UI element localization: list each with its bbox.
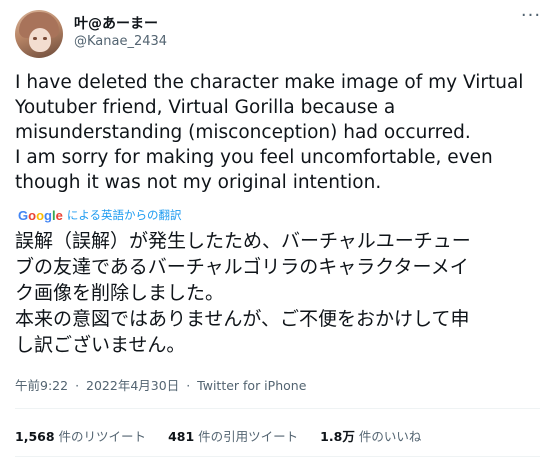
retweet-count[interactable]: 1,568 件のリツイート <box>15 426 146 445</box>
tweet-source[interactable]: Twitter for iPhone <box>197 378 306 393</box>
retweet-count-value: 1,568 <box>15 429 55 444</box>
retweet-count-label: 件のリツイート <box>58 429 147 444</box>
author-display-name[interactable]: 叶@あーまー <box>74 13 158 33</box>
separator-dot: · <box>75 378 80 393</box>
like-count[interactable]: 1.8万 件のいいね <box>320 426 421 445</box>
translation-attribution[interactable]: Google による英語からの翻訳 <box>18 207 182 223</box>
divider <box>15 408 540 409</box>
avatar-eye <box>43 37 47 40</box>
tweet-original-text: 誤解（誤解）が発生したため、バーチャルユーチュー ブの友達であるバーチャルゴリラ… <box>15 230 471 356</box>
divider <box>15 456 540 457</box>
tweet-date[interactable]: 2022年4月30日 <box>86 378 179 393</box>
like-count-value: 1.8万 <box>320 429 355 444</box>
like-count-label: 件のいいね <box>358 429 422 444</box>
quote-tweet-count[interactable]: 481 件の引用ツイート <box>168 426 298 445</box>
separator-dot: · <box>186 378 191 393</box>
google-logo: Google <box>18 207 63 223</box>
quote-tweet-count-value: 481 <box>168 429 195 444</box>
avatar-eye <box>33 37 37 40</box>
quote-tweet-count-label: 件の引用ツイート <box>198 429 299 444</box>
avatar[interactable] <box>15 10 63 58</box>
author-handle[interactable]: @Kanae_2434 <box>74 34 167 49</box>
tweet-translated-text: I have deleted the character make image … <box>15 72 524 193</box>
tweet-time[interactable]: 午前9:22 <box>15 378 68 393</box>
avatar-face <box>29 28 51 52</box>
translation-label[interactable]: による英語からの翻訳 <box>67 207 182 223</box>
tweet-metadata: 午前9:22 · 2022年4月30日 · Twitter for iPhone <box>15 375 306 394</box>
more-icon[interactable]: ··· <box>520 5 542 26</box>
tweet-card: 叶@あーまー @Kanae_2434 ··· I have deleted th… <box>0 0 555 465</box>
tweet-stats: 1,568 件のリツイート 481 件の引用ツイート 1.8万 件のいいね <box>15 426 443 445</box>
